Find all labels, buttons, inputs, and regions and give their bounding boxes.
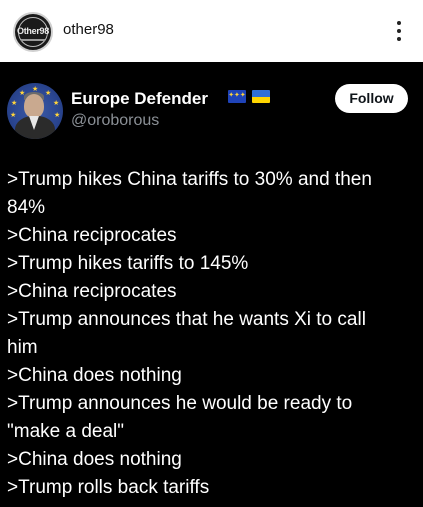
follow-button[interactable]: Follow xyxy=(335,84,408,113)
ellipsis-dot xyxy=(397,29,401,33)
eu-star-icon: ★ xyxy=(10,112,17,119)
vertical-ellipsis-icon[interactable] xyxy=(390,18,408,44)
tweet-line: >China does nothing xyxy=(7,449,182,470)
post-header-bar: Other98 other98 xyxy=(0,0,423,62)
avatar-logo-text: Other98 xyxy=(17,26,49,36)
account-username[interactable]: other98 xyxy=(63,21,114,38)
author-profile-picture[interactable]: ★ ★ ★ ★ ★ ★ ★ xyxy=(7,83,63,139)
ellipsis-dot xyxy=(397,21,401,25)
tweet-line: "make a deal" xyxy=(7,421,124,442)
author-handle[interactable]: @oroborous xyxy=(71,112,159,130)
eu-star-icon: ★ xyxy=(54,112,61,119)
ellipsis-dot xyxy=(397,37,401,41)
eu-star-icon: ★ xyxy=(11,100,18,107)
tweet-line: >Trump announces that he wants Xi to cal… xyxy=(7,309,366,330)
tweet-line: 84% xyxy=(7,197,46,218)
avatar-logo-underline xyxy=(21,39,45,41)
tweet-line: >Trump announces he would be ready to xyxy=(7,393,353,414)
eu-flag-stars: ✦✦✦ xyxy=(228,92,246,99)
author-display-name[interactable]: Europe Defender xyxy=(71,89,208,109)
tweet-line: >Trump hikes China tariffs to 30% and th… xyxy=(7,169,372,190)
tweet-line: >Trump hikes tariffs to 145% xyxy=(7,253,249,274)
eu-star-icon: ★ xyxy=(45,90,52,97)
ukraine-flag-yellow xyxy=(252,96,270,103)
ukraine-flag-icon xyxy=(252,90,270,103)
tweet-body: >Trump hikes China tariffs to 30% and th… xyxy=(7,166,419,502)
tweet-line: >China does nothing xyxy=(7,365,182,386)
tweet-line: >Trump rolls back tariffs xyxy=(7,477,210,498)
tweet-line: him xyxy=(7,337,38,358)
tweet-screenshot: ★ ★ ★ ★ ★ ★ ★ Europe Defender ✦✦✦ @orobo… xyxy=(0,62,423,507)
eu-star-icon: ★ xyxy=(53,100,60,107)
portrait-face xyxy=(24,94,44,118)
tweet-line: >China reciprocates xyxy=(7,281,177,302)
eu-flag-icon: ✦✦✦ xyxy=(228,90,246,103)
account-avatar[interactable]: Other98 xyxy=(13,12,53,52)
tweet-line: >China reciprocates xyxy=(7,225,177,246)
